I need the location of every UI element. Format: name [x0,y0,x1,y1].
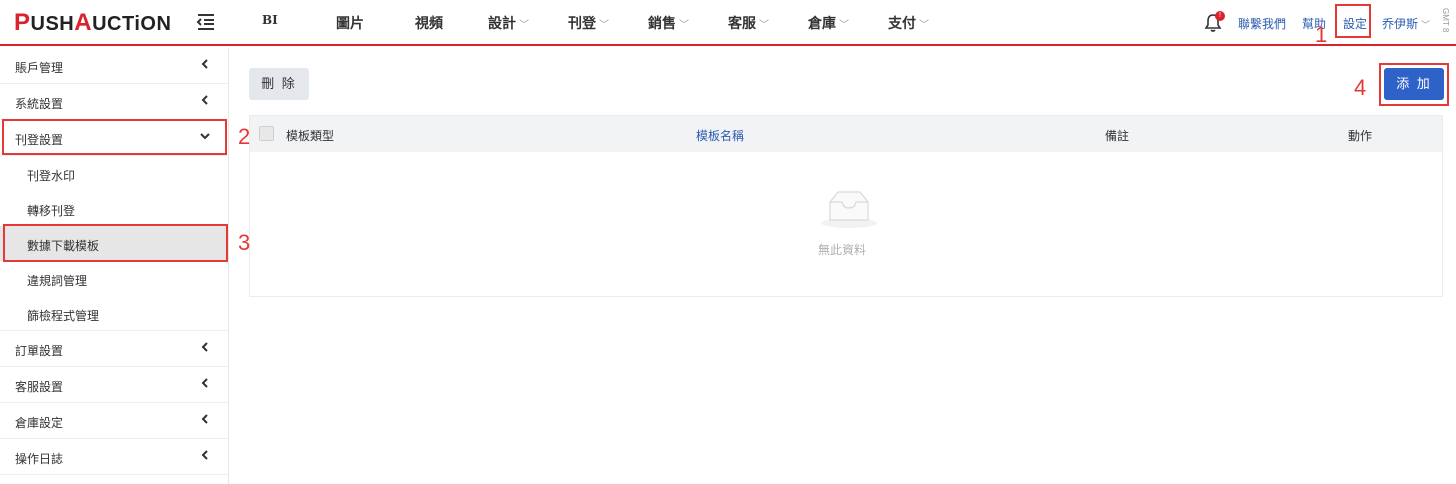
nav-sales-label: 銷售 [648,15,676,31]
chevron-left-icon [201,414,208,424]
chevron-down-icon: ﹀ [839,20,849,31]
sidebar-subitem-label: 刊登水印 [27,169,76,183]
nav-payment-label: 支付 [888,15,916,31]
sidebar-subitem-data-download-template[interactable]: 數據下載模板 [0,226,228,261]
column-remarks: 備註 [1105,129,1130,143]
sidebar-item-operation-log[interactable]: 操作日誌 [0,439,228,475]
column-template-type: 模板類型 [286,129,335,143]
notification-badge: ! [1215,11,1225,21]
sidebar: 賬戶管理 系統設置 刊登設置 刊登水印 轉移刊登 數據下載模板 違規詞管理 篩檢… [0,48,229,484]
sidebar-item-label: 刊登設置 [15,133,64,147]
top-navbar: PUSHAUCTiON BI 圖片 視頻 設計 ﹀ 刊登 ﹀ 銷售 ﹀ 客服 ﹀ 倉庫 ﹀… [0,0,1456,46]
chevron-down-icon: ﹀ [679,20,689,31]
sidebar-subitem-filter-program[interactable]: 篩檢程式管理 [0,296,228,331]
step-number-3: 3 [238,230,251,255]
select-all-checkbox[interactable] [259,126,274,141]
sidebar-item-system[interactable]: 系統設置 [0,84,228,120]
sidebar-item-label: 操作日誌 [15,452,64,466]
column-actions: 動作 [1348,129,1373,143]
step-number-2: 2 [238,124,251,149]
sidebar-subitem-violation-words[interactable]: 違規詞管理 [0,261,228,296]
timezone-label: GMT 8 [1441,8,1450,33]
logo-letter-p: P [14,9,31,36]
user-menu[interactable]: 乔伊斯 ﹀ [1382,15,1430,32]
pushauction-logo[interactable]: PUSHAUCTiON [14,9,171,37]
sidebar-subitem-label: 篩檢程式管理 [27,309,100,323]
sidebar-item-account[interactable]: 賬戶管理 [0,48,228,84]
chevron-left-icon [201,342,208,352]
empty-inbox-icon [821,191,877,228]
sidebar-item-label: 訂單設置 [15,344,64,358]
nav-videos-label: 視頻 [415,15,443,31]
nav-sales[interactable]: 銷售 ﹀ [648,13,689,33]
nav-listing-label: 刊登 [568,15,596,31]
sidebar-item-label: 客服設置 [15,380,64,394]
menu-collapse-icon[interactable] [196,13,216,31]
nav-listing[interactable]: 刊登 ﹀ [568,13,609,33]
empty-state-text: 無此資料 [818,243,867,257]
nav-bi-label: BI [262,13,278,27]
sidebar-item-listing-settings[interactable]: 刊登設置 [0,120,228,156]
add-button[interactable]: 添 加 [1384,68,1444,100]
sidebar-subitem-label: 違規詞管理 [27,274,88,288]
column-template-name[interactable]: 模板名稱 [696,127,744,144]
logo-text-ush: USH [30,13,75,35]
step-number-4: 4 [1354,75,1367,100]
sidebar-item-order-settings[interactable]: 訂單設置 [0,331,228,367]
settings-link[interactable]: 設定 [1343,15,1367,32]
chevron-down-icon [200,133,210,140]
nav-warehouse[interactable]: 倉庫 ﹀ [808,13,849,33]
user-name: 乔伊斯 [1382,17,1419,31]
sidebar-subitem-watermark[interactable]: 刊登水印 [0,156,228,191]
sidebar-subitem-transfer-listing[interactable]: 轉移刊登 [0,191,228,226]
sidebar-item-label: 系統設置 [15,97,64,111]
chevron-down-icon: ﹀ [759,20,769,31]
nav-customer-service[interactable]: 客服 ﹀ [728,13,769,33]
logo-text-uction: UCTiON [92,13,172,35]
nav-videos[interactable]: 視頻 [415,13,443,33]
nav-payment[interactable]: 支付 ﹀ [888,13,929,33]
nav-design-label: 設計 [488,15,516,31]
sidebar-item-label: 倉庫設定 [15,416,64,430]
template-table: 模板類型 模板名稱 備註 動作 無此資料 [249,115,1443,297]
chevron-down-icon: ﹀ [1421,20,1431,30]
sidebar-item-warehouse-settings[interactable]: 倉庫設定 [0,403,228,439]
nav-images[interactable]: 圖片 [336,13,364,33]
nav-images-label: 圖片 [336,15,364,31]
chevron-down-icon: ﹀ [599,20,609,31]
sidebar-subitem-label: 數據下載模板 [27,239,100,253]
chevron-down-icon: ﹀ [519,20,529,31]
table-header: 模板類型 模板名稱 備註 動作 [250,116,1442,152]
nav-customer-service-label: 客服 [728,15,756,31]
nav-design[interactable]: 設計 ﹀ [488,13,529,33]
chevron-left-icon [201,95,208,105]
sidebar-item-label: 賬戶管理 [15,61,64,75]
chevron-left-icon [201,59,208,69]
sidebar-item-service-settings[interactable]: 客服設置 [0,367,228,403]
nav-warehouse-label: 倉庫 [808,15,836,31]
step-number-1: 1 [1315,22,1328,47]
nav-bi[interactable]: BI [262,13,278,27]
chevron-down-icon: ﹀ [919,20,929,31]
delete-button[interactable]: 刪 除 [249,68,309,100]
chevron-left-icon [201,378,208,388]
notification-bell-icon[interactable]: ! [1204,11,1225,33]
sidebar-subitem-label: 轉移刊登 [27,204,76,218]
chevron-left-icon [201,450,208,460]
logo-letter-a: A [74,9,93,36]
contact-us-link[interactable]: 聯繫我們 [1238,15,1286,32]
